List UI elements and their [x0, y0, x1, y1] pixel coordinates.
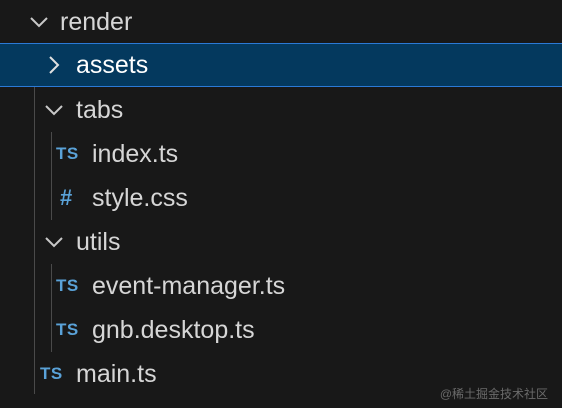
chevron-right-icon[interactable] — [43, 54, 65, 76]
file-label-gnb-desktop-ts: gnb.desktop.ts — [92, 316, 255, 344]
typescript-file-icon: TS — [56, 144, 79, 163]
css-file-icon: # — [60, 185, 73, 210]
folder-label-assets: assets — [76, 51, 149, 79]
file-label-style-css: style.css — [92, 184, 188, 212]
chevron-down-icon[interactable] — [28, 11, 50, 33]
chevron-down-icon[interactable] — [43, 231, 65, 253]
file-row-gnb-desktop-ts[interactable]: TS gnb.desktop.ts — [0, 308, 562, 352]
folder-label-render: render — [60, 8, 133, 36]
chevron-down-icon[interactable] — [43, 99, 65, 121]
file-row-style-css[interactable]: # style.css — [0, 176, 562, 220]
typescript-file-icon: TS — [56, 320, 79, 339]
folder-label-tabs: tabs — [76, 96, 124, 124]
folder-row-render[interactable]: render — [0, 0, 562, 44]
typescript-file-icon: TS — [40, 364, 63, 383]
folder-label-utils: utils — [76, 228, 121, 256]
file-row-event-manager-ts[interactable]: TS event-manager.ts — [0, 264, 562, 308]
typescript-file-icon: TS — [56, 276, 79, 295]
file-label-index-ts: index.ts — [92, 140, 179, 168]
folder-row-tabs[interactable]: tabs — [0, 88, 562, 132]
folder-row-utils[interactable]: utils — [0, 220, 562, 264]
file-label-event-manager-ts: event-manager.ts — [92, 272, 286, 300]
file-row-index-ts[interactable]: TS index.ts — [0, 132, 562, 176]
folder-row-assets[interactable]: assets — [0, 43, 562, 87]
file-label-main-ts: main.ts — [76, 360, 157, 388]
file-explorer-tree: render assets tabs TS index.ts # style.c… — [0, 0, 562, 408]
watermark-text: @稀土掘金技术社区 — [439, 387, 548, 401]
